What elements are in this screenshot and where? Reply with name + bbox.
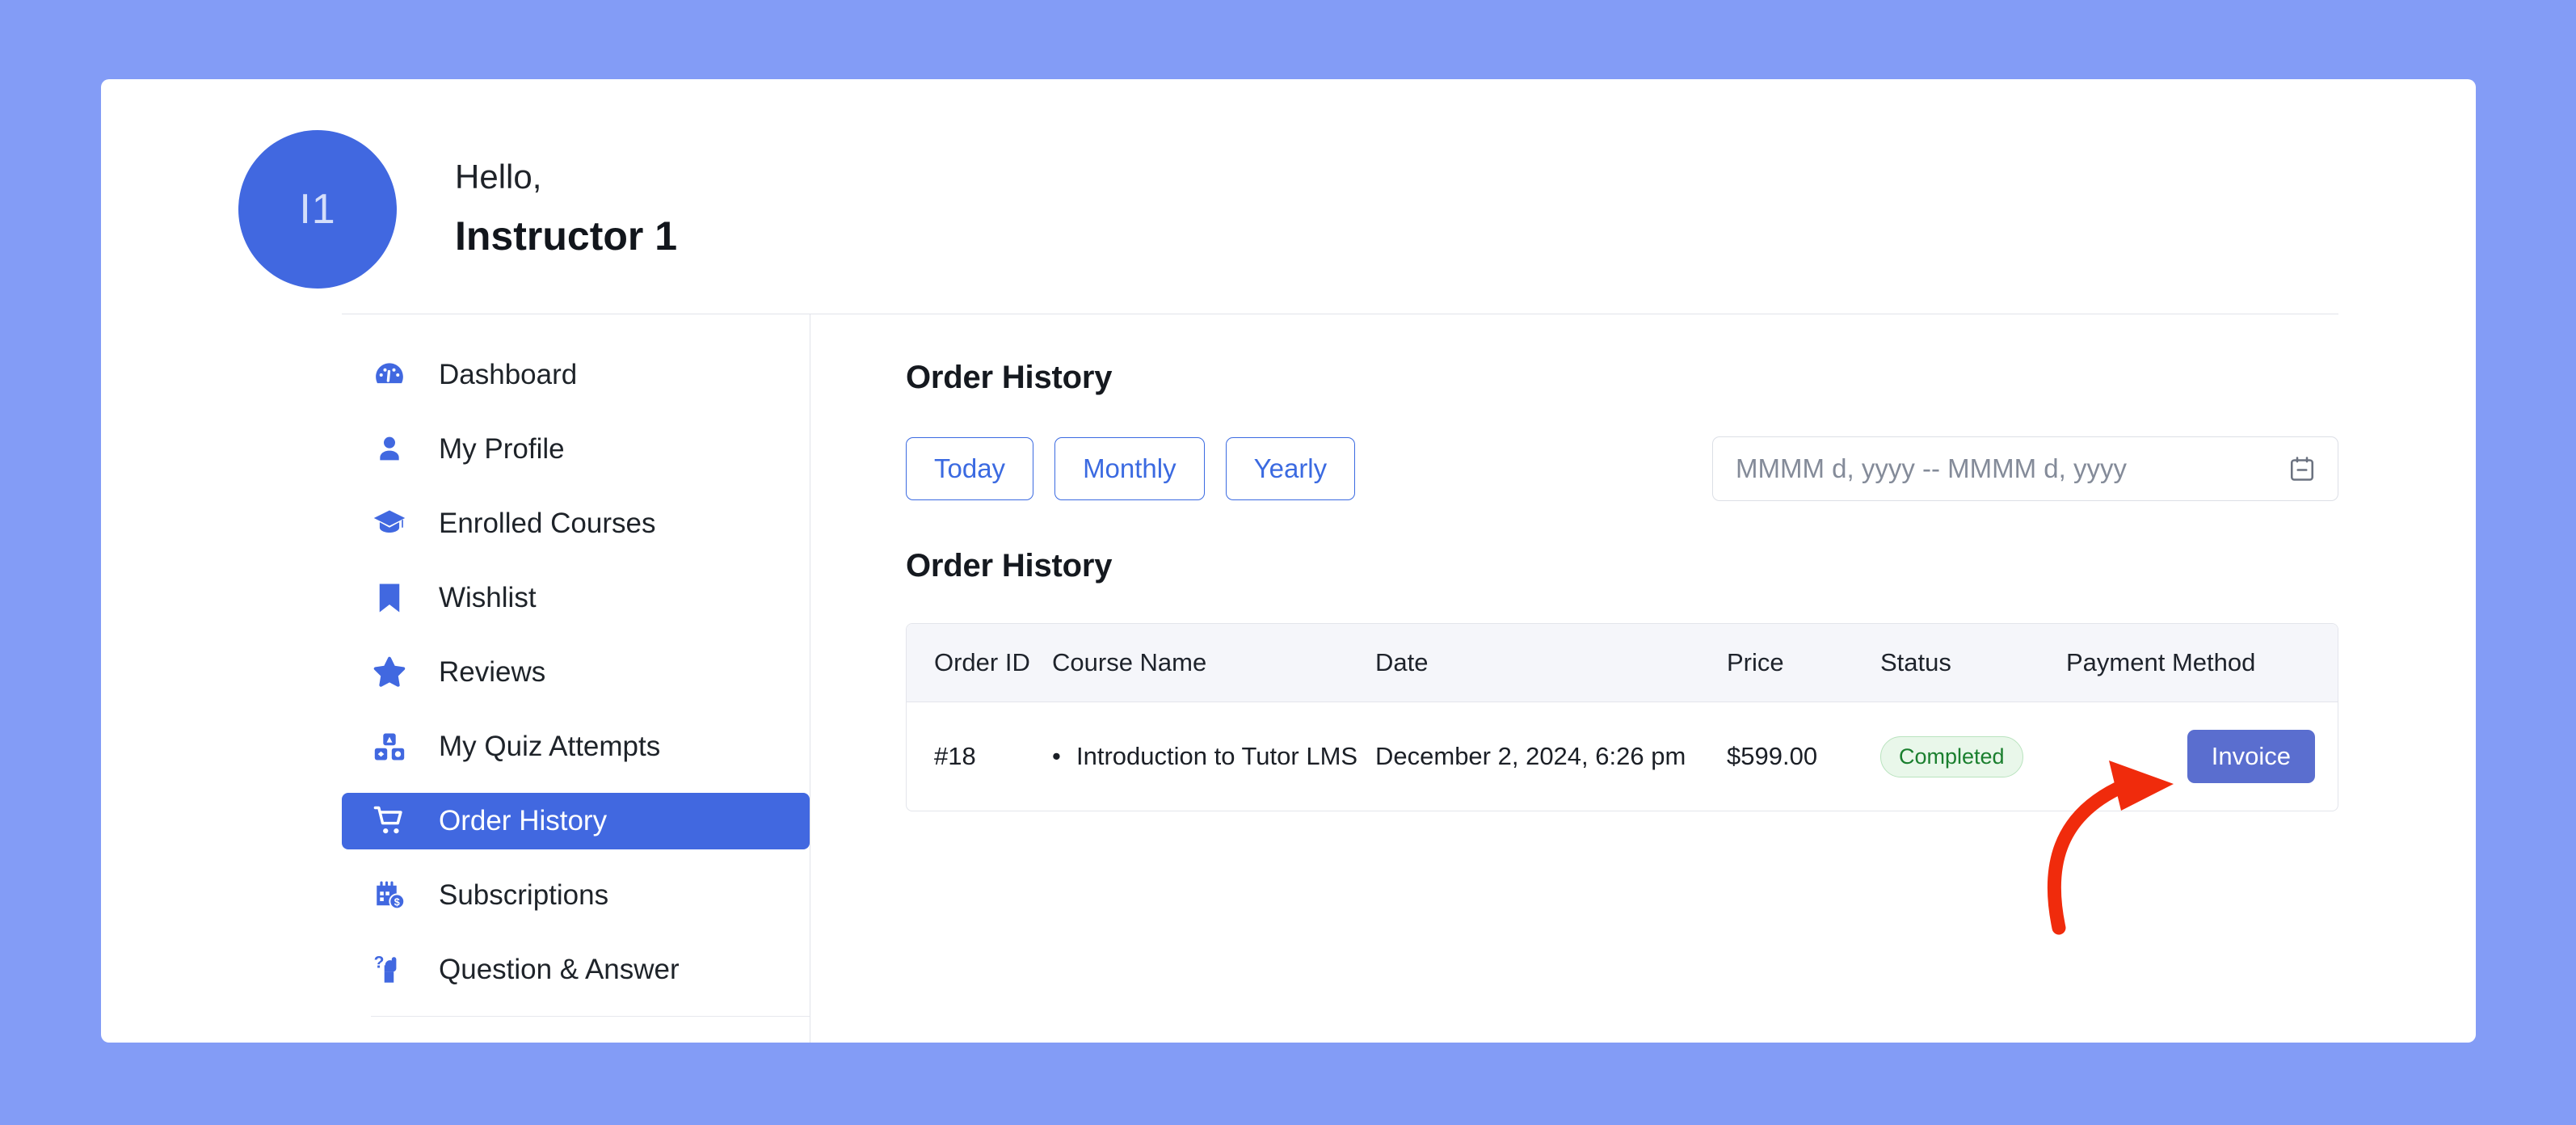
date-range-input[interactable]: [1736, 453, 2288, 484]
greeting-username: Instructor 1: [455, 213, 678, 259]
cart-icon: [371, 803, 408, 840]
dashboard-card: I1 Hello, Instructor 1 Dashboard My Prof…: [101, 79, 2476, 1043]
blocks-icon: [371, 728, 408, 765]
sidebar-item-wishlist[interactable]: Wishlist: [342, 570, 810, 626]
sidebar-item-my-quiz-attempts[interactable]: My Quiz Attempts: [342, 718, 810, 775]
bookmark-icon: [371, 579, 408, 617]
sidebar-item-dashboard[interactable]: Dashboard: [342, 347, 810, 403]
filter-today-button[interactable]: Today: [906, 437, 1034, 500]
sidebar-item-label: Reviews: [439, 656, 546, 688]
greeting-text: Hello, Instructor 1: [455, 153, 677, 265]
sidebar-item-label: Enrolled Courses: [439, 508, 656, 539]
sidebar-item-label: Order History: [439, 805, 608, 836]
sidebar-bottom-divider: [371, 1016, 810, 1017]
sidebar-item-label: Question & Answer: [439, 954, 680, 985]
sidebar-item-question-answer[interactable]: ? Question & Answer: [342, 942, 810, 998]
sidebar-item-my-profile[interactable]: My Profile: [342, 421, 810, 478]
column-header-price: Price: [1727, 624, 1880, 702]
invoice-button[interactable]: Invoice: [2187, 730, 2315, 783]
order-history-table: Order ID Course Name Date Price Status P…: [906, 623, 2338, 811]
date-range-field[interactable]: [1712, 436, 2338, 501]
calendar-icon[interactable]: [2288, 454, 2317, 483]
sidebar-item-enrolled-courses[interactable]: Enrolled Courses: [342, 495, 810, 552]
column-header-order-id: Order ID: [907, 624, 1052, 702]
sidebar-item-label: My Quiz Attempts: [439, 731, 661, 762]
question-person-icon: ?: [371, 951, 408, 988]
bullet-icon: •: [1052, 742, 1061, 771]
column-header-date: Date: [1375, 624, 1727, 702]
table-title: Order History: [906, 548, 1113, 584]
table-header-row: Order ID Course Name Date Price Status P…: [907, 624, 2338, 702]
sidebar-item-label: Subscriptions: [439, 879, 609, 911]
column-header-status: Status: [1880, 624, 2066, 702]
filter-monthly-button[interactable]: Monthly: [1054, 437, 1205, 500]
graduation-cap-icon: [371, 505, 408, 542]
greeting-header: I1 Hello, Instructor 1: [101, 79, 2476, 314]
cell-order-id: #18: [934, 742, 976, 770]
cell-date: December 2, 2024, 6:26 pm: [1375, 742, 1686, 770]
greeting-hello: Hello,: [455, 158, 542, 196]
star-icon: [371, 654, 408, 691]
sidebar-item-order-history[interactable]: Order History: [342, 793, 810, 849]
svg-text:?: ?: [374, 954, 385, 972]
sidebar-item-label: My Profile: [439, 433, 565, 465]
filter-row: Today Monthly Yearly: [906, 436, 2338, 501]
column-header-course-name: Course Name: [1052, 624, 1375, 702]
cell-price: $599.00: [1727, 742, 1818, 770]
cell-course-name: • Introduction to Tutor LMS: [1052, 702, 1375, 811]
svg-text:$: $: [394, 896, 400, 908]
cell-payment-method: Invoice: [2066, 702, 2338, 811]
calendar-dollar-icon: $: [371, 877, 408, 914]
page-title: Order History: [906, 360, 1113, 395]
course-name-text: Introduction to Tutor LMS: [1076, 742, 1358, 771]
sidebar-item-label: Dashboard: [439, 359, 578, 390]
sidebar-item-subscriptions[interactable]: $ Subscriptions: [342, 867, 810, 924]
main-content: Order History Today Monthly Yearly MMMM …: [810, 314, 2476, 1043]
avatar: I1: [238, 130, 397, 289]
sidebar: Dashboard My Profile Enrolled Courses Wi…: [342, 314, 810, 1043]
dashboard-icon: [371, 356, 408, 394]
sidebar-item-label: Wishlist: [439, 582, 537, 613]
filter-buttons: Today Monthly Yearly: [906, 437, 1356, 500]
cell-status: Completed: [1880, 702, 2066, 811]
sidebar-item-reviews[interactable]: Reviews: [342, 644, 810, 701]
table-row: #18 • Introduction to Tutor LMS December…: [907, 702, 2338, 811]
user-icon: [371, 431, 408, 468]
column-header-payment-method: Payment Method: [2066, 624, 2338, 702]
status-badge: Completed: [1880, 735, 2023, 777]
filter-yearly-button[interactable]: Yearly: [1225, 437, 1356, 500]
